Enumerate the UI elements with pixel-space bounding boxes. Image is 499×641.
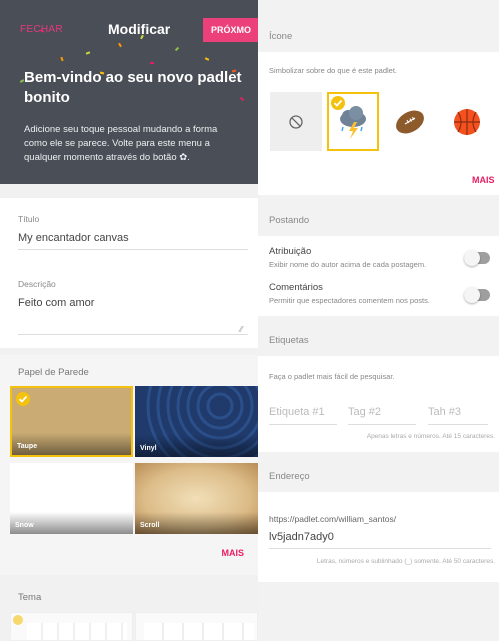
tag-input-2[interactable]: Tag #2 [348, 406, 381, 418]
basketball-icon [454, 109, 480, 135]
confetti [174, 46, 180, 52]
theme-option-2[interactable] [135, 612, 258, 641]
tags-section: Faça o padlet mais fácil de pesquisar. E… [258, 356, 499, 452]
divider [0, 348, 258, 355]
address-underline [269, 548, 491, 549]
address-section: https://padlet.com/william_santos/ lv5ja… [258, 492, 499, 582]
tags-hint: Faça o padlet mais fácil de pesquisar. [269, 372, 395, 381]
confetti [60, 56, 64, 62]
posting-section: Atribuição Exibir nome do autor acima de… [258, 236, 499, 316]
tag-input-1[interactable]: Etiqueta #1 [269, 406, 325, 418]
tile-label: Snow [15, 522, 34, 529]
panel-title: Modificar [108, 21, 171, 37]
confetti [149, 61, 155, 65]
tag-underline [269, 424, 337, 425]
tile-label: Scroll [140, 522, 160, 529]
check-icon [13, 615, 23, 625]
title-label: Título [18, 214, 40, 224]
posting-section-header: Postando [258, 206, 499, 236]
welcome-banner: FECHAR Modificar PRÓXMO Bem-vindo ao seu… [0, 0, 258, 184]
tag-underline [428, 424, 488, 425]
welcome-text: Adicione seu toque pessoal mudando a for… [24, 124, 218, 163]
divider [0, 184, 258, 198]
more-wallpapers-button[interactable]: MAIS [222, 548, 245, 558]
modify-panel: FECHAR Modificar PRÓXMO Bem-vindo ao seu… [0, 0, 258, 641]
toggle-knob [464, 287, 480, 303]
tags-footnote: Apenas letras e números. Até 15 caracter… [366, 433, 495, 440]
basketball-option[interactable] [441, 92, 493, 151]
tag-underline [348, 424, 416, 425]
wallpaper-header: Papel de Parede [18, 367, 89, 378]
description-underline [18, 334, 248, 335]
next-button[interactable]: PRÓXMO [203, 18, 258, 42]
icon-section: Simbolizar sobre do que é este padlet. M… [258, 52, 499, 195]
address-header: Endereço [269, 471, 310, 482]
more-icons-button[interactable]: MAIS [472, 175, 495, 185]
address-section-header: Endereço [258, 462, 499, 492]
theme-option-1[interactable] [10, 612, 133, 641]
attribution-toggle[interactable] [464, 250, 490, 266]
settings-panel: Ícone Simbolizar sobre do que é este pad… [258, 0, 499, 641]
icon-section-header: Ícone [258, 22, 499, 52]
close-button[interactable]: FECHAR [20, 24, 63, 35]
tag-input-3[interactable]: Tah #3 [428, 406, 461, 418]
icon-hint: Simbolizar sobre do que é este padlet. [269, 66, 397, 75]
title-underline [18, 249, 248, 250]
description-label: Descrição [18, 279, 56, 289]
wallpaper-tile-snow[interactable]: Snow [10, 463, 133, 534]
tile-label: Vinyl [140, 445, 157, 452]
comments-desc: Permitir que espectadores comentem nos p… [269, 296, 430, 305]
address-footnote: Letras, números e sublinhado (_) somente… [316, 558, 495, 565]
theme-preview-grid [144, 623, 254, 640]
theme-preview-grid [27, 623, 127, 640]
tile-label: Taupe [17, 443, 38, 450]
tags-section-header: Etiquetas [258, 326, 499, 356]
address-slug-input[interactable]: lv5jadn7ady0 [269, 531, 334, 543]
confetti [204, 57, 210, 61]
wallpaper-section: Papel de Parede Taupe Vinyl Snow Scroll … [0, 355, 258, 575]
check-icon [16, 392, 30, 406]
confetti [85, 51, 91, 55]
theme-section: Tema [0, 575, 258, 641]
no-icon [289, 115, 303, 129]
toggle-knob [464, 250, 480, 266]
posting-header: Postando [269, 215, 310, 226]
description-input[interactable]: Feito com amor [18, 297, 94, 309]
tags-header: Etiquetas [269, 335, 309, 346]
football-icon [396, 110, 424, 134]
storm-cloud-option[interactable] [327, 92, 379, 151]
wallpaper-tile-vinyl[interactable]: Vinyl [135, 386, 258, 457]
comments-title: Comentários [269, 282, 323, 293]
resize-handle-icon[interactable]: ⁄⁄ [240, 325, 243, 334]
attribution-desc: Exibir nome do autor acima de cada posta… [269, 260, 427, 269]
no-icon-option[interactable] [270, 92, 322, 151]
theme-header: Tema [18, 592, 42, 603]
wallpaper-tile-scroll[interactable]: Scroll [135, 463, 258, 534]
check-icon [331, 96, 345, 110]
address-prefix: https://padlet.com/william_santos/ [269, 514, 397, 524]
icon-header: Ícone [269, 31, 293, 42]
top-bar: FECHAR Modificar PRÓXMO [0, 18, 258, 44]
football-option[interactable] [384, 92, 436, 151]
comments-toggle[interactable] [464, 287, 490, 303]
attribution-title: Atribuição [269, 246, 312, 257]
welcome-heading: Bem-vindo ao seu novo padlet bonito [24, 69, 242, 106]
title-input[interactable]: My encantador canvas [18, 232, 129, 244]
wallpaper-tile-taupe[interactable]: Taupe [10, 386, 133, 457]
